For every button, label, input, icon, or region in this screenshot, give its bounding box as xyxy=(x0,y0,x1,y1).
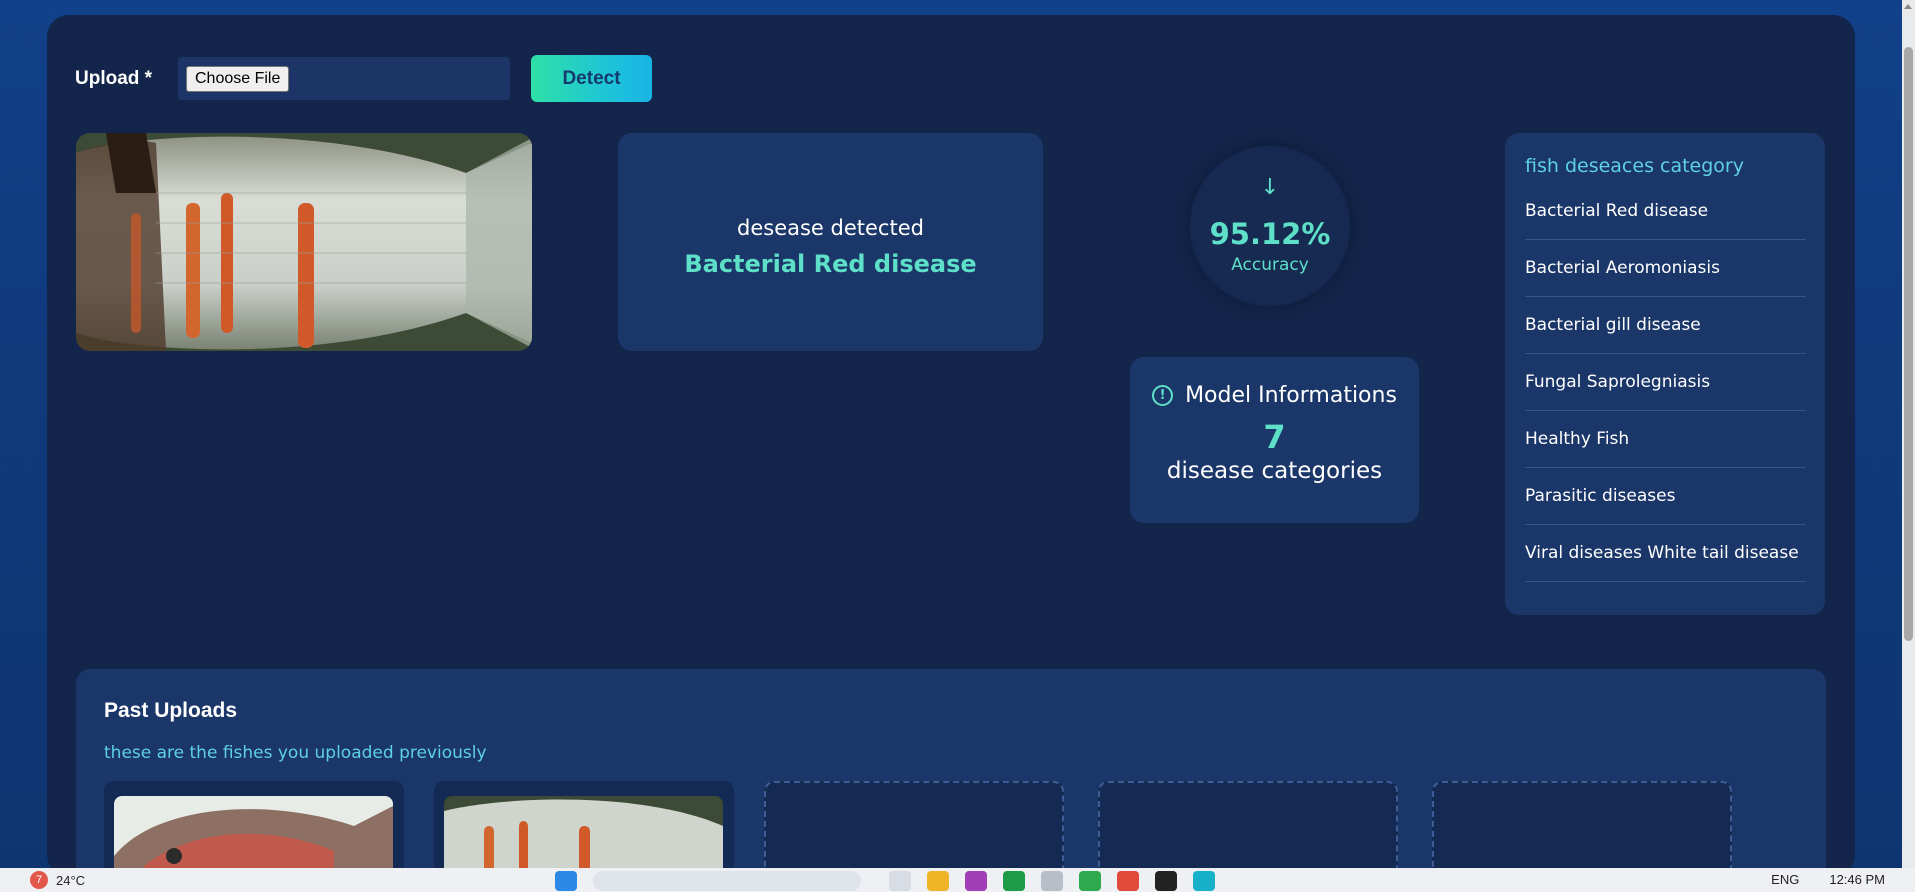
scroll-up-icon[interactable] xyxy=(1904,4,1912,9)
accuracy-value: 95.12% xyxy=(1209,217,1331,251)
temperature: 24°C xyxy=(56,872,86,888)
page-scrollbar[interactable] xyxy=(1902,0,1915,868)
uploaded-fish-image xyxy=(76,133,532,351)
accuracy-indicator: ↓ 95.12% Accuracy xyxy=(1190,146,1350,306)
past-uploads-title: Past Uploads xyxy=(104,699,238,722)
choose-file-button[interactable]: Choose File xyxy=(186,65,290,92)
result-value: Bacterial Red disease xyxy=(684,250,977,278)
category-item: Bacterial gill disease xyxy=(1525,297,1806,354)
weather-badge: 7 xyxy=(30,871,48,889)
result-label: desease detected xyxy=(737,216,924,240)
arrow-down-icon: ↓ xyxy=(1260,175,1280,200)
app-icon[interactable] xyxy=(965,871,987,891)
scrollbar-thumb[interactable] xyxy=(1904,47,1913,641)
file-explorer-icon[interactable] xyxy=(927,871,949,891)
accuracy-label: Accuracy xyxy=(1231,255,1309,275)
taskbar-search[interactable] xyxy=(593,871,861,891)
category-item: Bacterial Aeromoniasis xyxy=(1525,240,1806,297)
file-input[interactable]: Choose File xyxy=(178,57,510,100)
weather-widget[interactable]: 7 24°C xyxy=(30,871,85,889)
past-uploads-subtitle: these are the fishes you uploaded previo… xyxy=(104,743,487,763)
categories-title: fish deseaces category xyxy=(1525,155,1744,177)
xbox-icon[interactable] xyxy=(1003,871,1025,891)
model-info-subtitle: disease categories xyxy=(1166,458,1383,484)
language-indicator[interactable]: ENG xyxy=(1771,872,1799,887)
model-info-title: Model Informations xyxy=(1185,383,1397,408)
model-info-header: ! Model Informations xyxy=(1152,383,1397,408)
app-icon[interactable] xyxy=(1155,871,1177,891)
upload-label: Upload * xyxy=(75,67,153,89)
whatsapp-icon[interactable] xyxy=(1079,871,1101,891)
model-category-count: 7 xyxy=(1263,418,1286,456)
detection-result-card: desease detected Bacterial Red disease xyxy=(618,133,1043,351)
fish-image-graphic xyxy=(76,133,532,351)
categories-list: Bacterial Red disease Bacterial Aeromoni… xyxy=(1525,183,1806,582)
edge-icon[interactable] xyxy=(1193,871,1215,891)
task-view-icon[interactable] xyxy=(889,871,911,891)
windows-start-icon[interactable] xyxy=(555,871,577,891)
app-icon[interactable] xyxy=(1041,871,1063,891)
category-item: Bacterial Red disease xyxy=(1525,183,1806,240)
taskbar-apps xyxy=(555,871,1231,891)
clock[interactable]: 12:46 PM xyxy=(1829,872,1885,887)
category-item: Viral diseases White tail disease xyxy=(1525,525,1806,582)
chrome-icon[interactable] xyxy=(1117,871,1139,891)
category-item: Fungal Saprolegniasis xyxy=(1525,354,1806,411)
category-item: Healthy Fish xyxy=(1525,411,1806,468)
system-tray: ENG 12:46 PM xyxy=(1771,872,1885,887)
main-panel: Upload * Choose File Detect desease dete… xyxy=(47,15,1855,892)
detect-button[interactable]: Detect xyxy=(531,55,652,102)
info-icon: ! xyxy=(1152,385,1174,406)
categories-card: fish deseaces category Bacterial Red dis… xyxy=(1505,133,1825,615)
os-taskbar: 7 24°C ENG 12:46 PM xyxy=(0,868,1915,892)
category-item: Parasitic diseases xyxy=(1525,468,1806,525)
model-info-card: ! Model Informations 7 disease categorie… xyxy=(1130,357,1419,523)
upload-row: Upload * Choose File Detect xyxy=(75,55,652,102)
past-uploads-section: Past Uploads these are the fishes you up… xyxy=(76,669,1826,892)
